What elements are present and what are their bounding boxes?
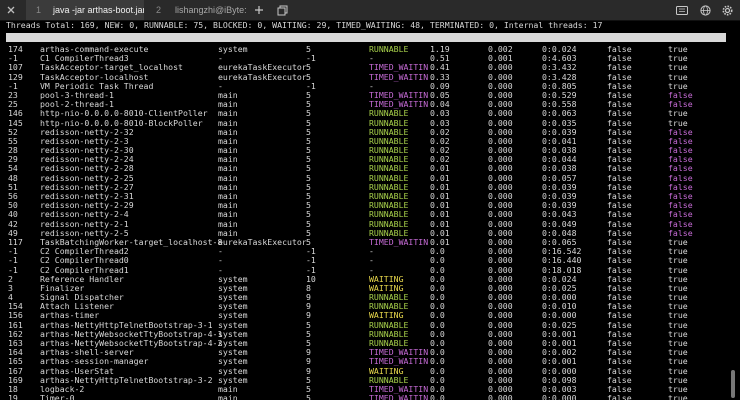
thread-cpu: 0.0: [430, 393, 445, 400]
gear-icon[interactable]: [720, 3, 734, 17]
thread-table: 174 arthas-command-execute system 5 RUNNABLE…: [0, 44, 728, 400]
thread-daemon: true: [668, 393, 688, 400]
plus-icon[interactable]: [252, 3, 266, 17]
thread-name: Timer-0: [40, 393, 75, 400]
thread-state: TIMED_WAITIN: [369, 71, 429, 82]
thread-id: 19: [8, 393, 18, 400]
tab-title: lishangzhi@iByte: ~/ar…: [175, 5, 248, 15]
tab-number: 2: [156, 5, 162, 15]
tab-title: java -jar arthas-boot.jar: [53, 5, 144, 15]
thread-state: TIMED_WAITIN: [369, 236, 429, 247]
tab-number: 1: [36, 5, 42, 15]
scrollbar-thumb[interactable]: [731, 370, 735, 398]
thread-state: TIMED_WAITIN: [369, 393, 429, 400]
table-row: 19 Timer-0 main 5 TIMED_WAITIN 0.0 0.000 0:0.00…: [0, 393, 728, 400]
globe-icon[interactable]: [698, 3, 712, 17]
table-header-bar: [6, 33, 726, 42]
tab-1[interactable]: 1 java -jar arthas-boot.jar: [26, 0, 144, 20]
tab-2[interactable]: 2 lishangzhi@iByte: ~/ar…: [146, 0, 248, 20]
thread-interrupted: false: [607, 393, 632, 400]
copy-icon[interactable]: [275, 3, 289, 17]
thread-time: 0:0.000: [542, 393, 577, 400]
thread-group: main: [218, 393, 238, 400]
terminal-output[interactable]: Threads Total: 169, NEW: 0, RUNNABLE: 75…: [0, 21, 728, 400]
thread-summary: Threads Total: 169, NEW: 0, RUNNABLE: 75…: [6, 21, 603, 30]
thread-group: eurekaTaskExecutor: [218, 71, 307, 82]
terminal-tab-bar: 1 java -jar arthas-boot.jar 2 lishangzhi…: [0, 0, 740, 21]
keyboard-icon[interactable]: [674, 3, 690, 17]
close-icon[interactable]: [4, 3, 18, 17]
thread-group: eurekaTaskExecutor: [218, 236, 307, 247]
thread-delta-time: 0.000: [488, 393, 513, 400]
thread-priority: 5: [306, 393, 311, 400]
thread-state: RUNNABLE: [369, 44, 409, 54]
scrollbar[interactable]: [727, 26, 739, 400]
